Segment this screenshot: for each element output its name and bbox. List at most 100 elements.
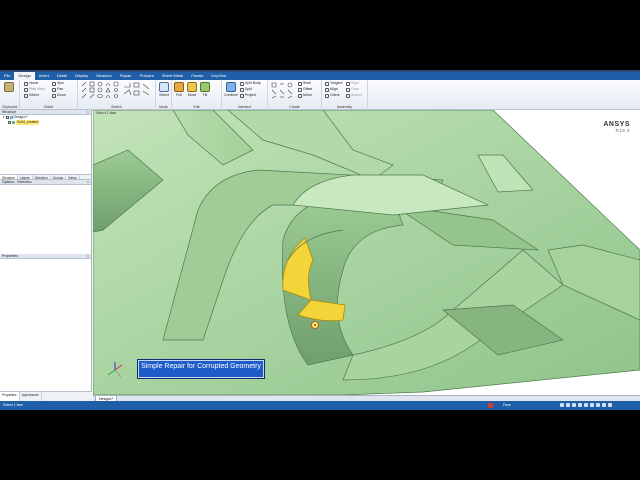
orient-assembly-label: Orient <box>330 93 340 97</box>
pan-icon <box>52 87 56 92</box>
paste-button[interactable] <box>3 80 15 102</box>
offset-button[interactable]: Offset <box>298 87 312 92</box>
fill-button[interactable]: Fill <box>199 80 211 102</box>
options-panel-body <box>0 185 91 254</box>
properties-panel-title: Properties <box>2 254 18 258</box>
pan-button[interactable]: Pan <box>52 87 63 92</box>
split-body-button[interactable]: Split Body <box>240 81 261 86</box>
create-tools-icon[interactable] <box>270 81 296 101</box>
selection-filter[interactable]: Face <box>503 401 511 410</box>
project-button[interactable]: Project <box>240 93 256 98</box>
tab-measure[interactable]: Measure <box>92 72 116 80</box>
version-label: R18.0 <box>615 128 630 133</box>
tab-detail[interactable]: Detail <box>53 72 71 80</box>
project-label: Project <box>245 93 256 97</box>
error-icon[interactable] <box>488 403 493 408</box>
tree-item-solid[interactable]: Solid_created <box>0 120 91 125</box>
fill-icon <box>200 82 210 92</box>
collapse-icon[interactable]: ▾ <box>3 115 5 120</box>
layers-icon[interactable] <box>584 403 588 407</box>
subtab-groups[interactable]: Groups <box>51 175 67 180</box>
anchor-icon <box>346 93 350 98</box>
structure-panel-title: Structure <box>2 110 17 114</box>
orient-select-button[interactable]: Select <box>24 93 39 98</box>
move-button[interactable]: Move <box>186 80 198 102</box>
structure-tree: ▾ Design1* Solid_created <box>0 115 91 174</box>
align-button[interactable]: Align <box>325 87 338 92</box>
properties-panel-header: Properties ⌂ <box>0 254 91 259</box>
subtab-selection[interactable]: Selection <box>33 175 51 180</box>
pull-button[interactable]: Pull <box>173 80 185 102</box>
zoom-button[interactable]: Zoom <box>52 93 66 98</box>
tab-sheet-metal[interactable]: Sheet Metal <box>158 72 187 80</box>
gear-button[interactable]: Gear <box>346 87 359 92</box>
model-geometry[interactable] <box>93 110 640 395</box>
fullscreen-icon[interactable] <box>608 403 612 407</box>
pin-icon[interactable]: ⌂ <box>87 254 89 259</box>
orient-group: Home Plan View Select Spin Pan Zoom Orie… <box>20 80 78 110</box>
settings-icon[interactable] <box>602 403 606 407</box>
anchor-button[interactable]: Anchor <box>346 93 362 98</box>
move-label: Move <box>187 93 197 97</box>
lasso-icon[interactable] <box>572 403 576 407</box>
offset-icon <box>298 87 302 92</box>
home-button[interactable]: Home <box>24 81 38 86</box>
select-icon[interactable] <box>560 403 564 407</box>
intersect-group: Combine Split Body Split Project Interse… <box>222 80 268 110</box>
orient-assembly-button[interactable]: Orient <box>325 93 340 98</box>
mode-select-button[interactable]: Select <box>158 80 170 102</box>
options-panel-title: Options - Selection <box>2 180 32 184</box>
spaceclaim-window: File Design Insert Detail Display Measur… <box>0 70 640 410</box>
tab-file[interactable]: File <box>0 72 14 80</box>
shell-label: Shell <box>303 81 311 85</box>
visibility-checkbox[interactable] <box>8 121 11 124</box>
tangent-button[interactable]: Tangent <box>325 81 342 86</box>
shell-button[interactable]: Shell <box>298 81 311 86</box>
box-select-icon[interactable] <box>566 403 570 407</box>
ribbon: Clipboard Home Plan View Select Spin Pan… <box>0 80 640 110</box>
viewport[interactable]: Select 1 face ANSYS R18.0 Simple Repair … <box>93 110 640 395</box>
zoom-label: Zoom <box>57 93 66 97</box>
mirror-button[interactable]: Mirror <box>298 93 312 98</box>
pin-icon[interactable]: ⌂ <box>87 110 89 115</box>
rigid-icon <box>346 81 350 86</box>
ansys-logo: ANSYS R18.0 <box>603 121 630 133</box>
tab-appearance[interactable]: Appearance <box>20 392 42 401</box>
tab-repair[interactable]: Repair <box>116 72 136 80</box>
snap-icon[interactable] <box>596 403 600 407</box>
split-button[interactable]: Split <box>240 87 252 92</box>
pin-icon[interactable]: ⌂ <box>87 180 89 185</box>
axis-triad-icon <box>107 362 123 378</box>
rigid-button[interactable]: Rigid <box>346 81 359 86</box>
paint-select-icon[interactable] <box>578 403 582 407</box>
combine-icon <box>226 82 236 92</box>
tab-prepare[interactable]: Prepare <box>136 72 158 80</box>
orient-select-label: Select <box>29 93 39 97</box>
gear-icon <box>346 87 350 92</box>
subtab-views[interactable]: Views <box>66 175 80 180</box>
plan-view-button[interactable]: Plan View <box>24 87 45 92</box>
status-hint: Select 1 face <box>96 111 117 115</box>
tab-display[interactable]: Display <box>71 72 92 80</box>
tab-insert[interactable]: Insert <box>35 72 53 80</box>
combine-label: Combine <box>224 93 239 97</box>
mirror-label: Mirror <box>303 93 313 97</box>
sketch-group: Sketch <box>78 80 156 110</box>
visibility-checkbox[interactable] <box>5 116 9 119</box>
design-icon <box>9 116 13 119</box>
subtab-structure[interactable]: Structure <box>0 175 18 180</box>
combine-button[interactable]: Combine <box>224 80 238 102</box>
tab-facets[interactable]: Facets <box>187 72 207 80</box>
spin-button[interactable]: Spin <box>52 81 64 86</box>
tab-design[interactable]: Design <box>14 72 35 80</box>
subtab-layers[interactable]: Layers <box>18 175 33 180</box>
left-bottom-tabs: Properties Appearance <box>0 391 92 401</box>
tab-keyshot[interactable]: KeyShot <box>207 72 230 80</box>
grid-icon[interactable] <box>590 403 594 407</box>
assembly-group: Tangent Align Orient Rigid Gear Anchor A… <box>322 80 368 110</box>
project-icon <box>240 93 244 98</box>
tab-properties[interactable]: Properties <box>0 392 20 401</box>
gear-label: Gear <box>351 87 359 91</box>
sketch-tools-icon[interactable] <box>79 81 155 103</box>
split-body-label: Split Body <box>245 81 261 85</box>
